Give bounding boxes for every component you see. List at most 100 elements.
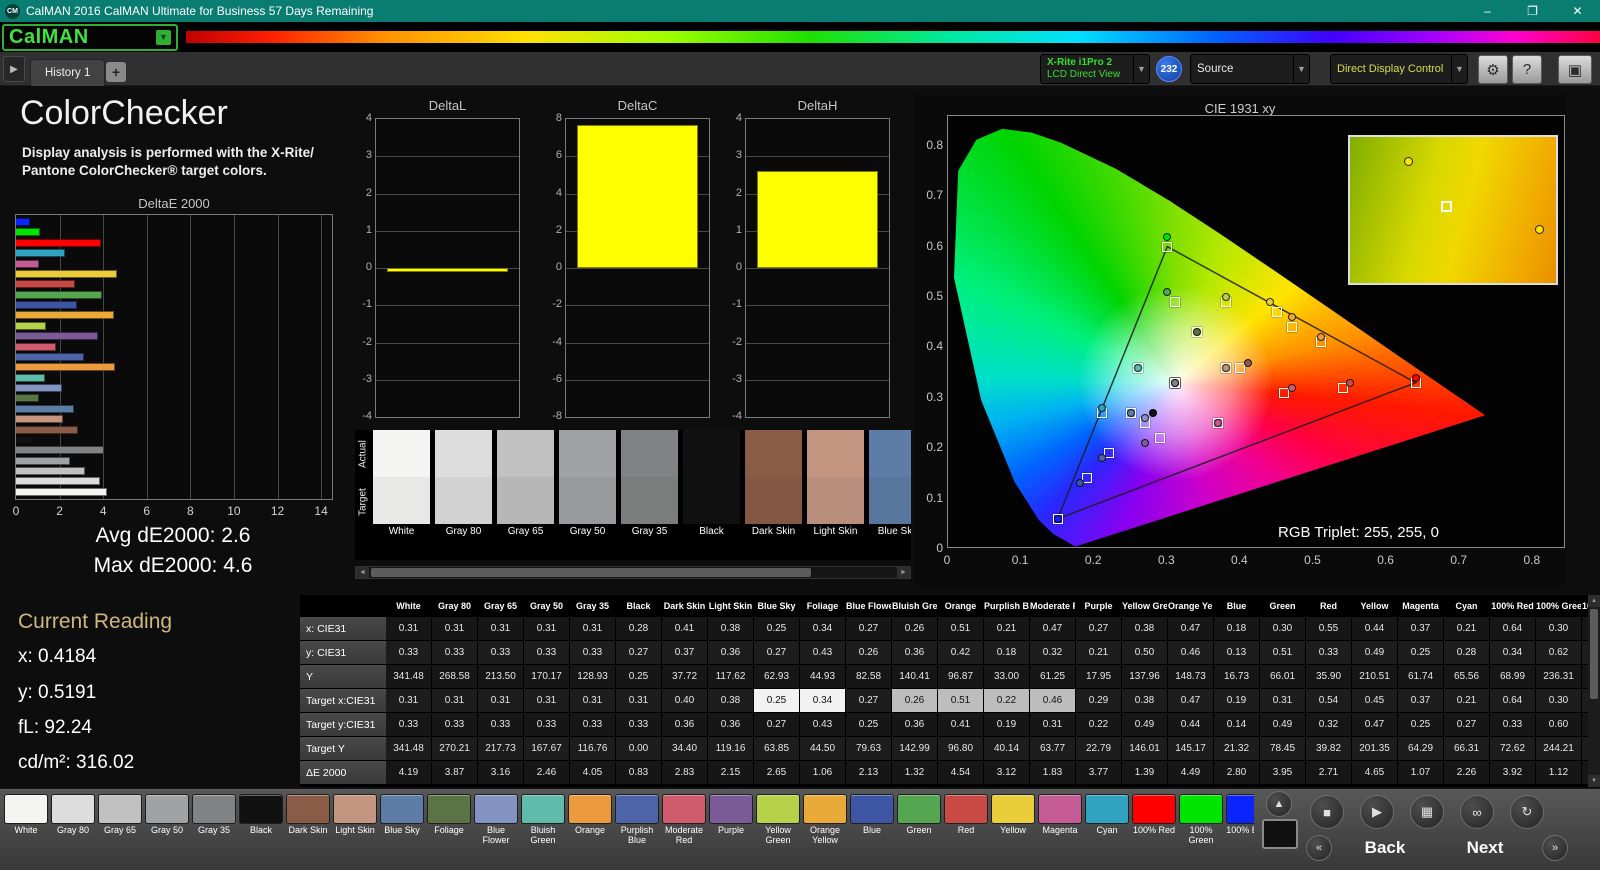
- table-cell: 0.38: [1122, 617, 1168, 641]
- patch-select-button[interactable]: Black: [238, 794, 284, 868]
- actual-color-swatch: [435, 430, 492, 477]
- table-cell: 0.37: [1398, 617, 1444, 641]
- pattern-button[interactable]: ▦: [1410, 795, 1444, 829]
- next-chevron-button[interactable]: »: [1542, 835, 1568, 861]
- x-axis-tick-label: 0.6: [1377, 553, 1394, 567]
- patch-select-button[interactable]: Purplish Blue: [614, 794, 660, 868]
- back-chevron-button[interactable]: «: [1306, 835, 1332, 861]
- patch-select-button[interactable]: Purple: [708, 794, 754, 868]
- patch-select-button[interactable]: Blue: [849, 794, 895, 868]
- deltal-chart-title: DeltaL: [428, 98, 467, 113]
- source-dropdown[interactable]: Source ▼: [1190, 54, 1310, 84]
- deltae-bar: [16, 301, 78, 309]
- refresh-button[interactable]: ↻: [1510, 795, 1544, 829]
- scroll-up-icon[interactable]: ▲: [1588, 595, 1600, 607]
- display-control-dropdown[interactable]: Direct Display Control ▼: [1330, 54, 1468, 84]
- patch-select-button[interactable]: Gray 80: [50, 794, 96, 868]
- scroll-down-icon[interactable]: ▼: [1588, 775, 1600, 787]
- meter-dropdown[interactable]: X-Rite i1Pro 2 LCD Direct View ▼: [1040, 54, 1150, 84]
- back-button[interactable]: Back: [1340, 835, 1430, 861]
- deltal-chart: 4 3 2 1 0 -1 -2 -3 -4: [362, 112, 520, 422]
- patch-select-button[interactable]: Yellow Green: [755, 794, 801, 868]
- table-cell: 0.22: [1076, 713, 1122, 737]
- patch-select-button[interactable]: Gray 65: [97, 794, 143, 868]
- patch-select-button[interactable]: Blue Sky: [379, 794, 425, 868]
- patch-select-button[interactable]: Gray 35: [191, 794, 237, 868]
- patch-select-button[interactable]: 100% Green: [1178, 794, 1224, 868]
- chevron-down-icon[interactable]: ▼: [156, 29, 171, 45]
- patch-name: Cyan: [1096, 825, 1118, 835]
- continuous-read-button[interactable]: ∞: [1460, 795, 1494, 829]
- patch-select-button[interactable]: Gray 50: [144, 794, 190, 868]
- scrollbar-thumb[interactable]: [1590, 609, 1598, 699]
- table-cell: 213.50: [478, 665, 524, 689]
- table-cell: 201.35: [1352, 737, 1398, 761]
- patch-color: [991, 794, 1035, 824]
- pattern-window-preview[interactable]: [1262, 819, 1298, 849]
- patch-color: [51, 794, 95, 824]
- strip-patches: White Gray 80 Gray 65 Gray 50 Gray 35 Black Da…: [371, 430, 911, 560]
- patch-select-button[interactable]: Yellow: [990, 794, 1036, 868]
- calman-logo-menu[interactable]: CalMAN ▼: [2, 23, 178, 51]
- patch-name: Red: [957, 825, 975, 835]
- table-cell: 148.73: [1168, 665, 1214, 689]
- patch-select-button[interactable]: 100% Blue: [1225, 794, 1255, 868]
- y-axis-tick-label: 4: [735, 112, 742, 124]
- scrollbar-thumb[interactable]: [371, 568, 811, 577]
- patch-select-button[interactable]: Cyan: [1084, 794, 1130, 868]
- patch-select-button[interactable]: Foliage: [426, 794, 472, 868]
- cie-measured-point: [1192, 328, 1201, 337]
- patch-select-button[interactable]: Orange: [567, 794, 613, 868]
- table-cell: 4.65: [1352, 761, 1398, 785]
- patch-select-button[interactable]: Orange Yellow: [802, 794, 848, 868]
- patch-select-button[interactable]: 100% Red: [1131, 794, 1177, 868]
- table-cell: 0.31: [386, 617, 432, 641]
- tab-history-1[interactable]: History 1: [30, 59, 106, 86]
- bottom-bar: White Gray 80 Gray 65 Gray 50 Gray 35 Black Da…: [0, 788, 1600, 870]
- patch-select-button[interactable]: Blue Flower: [473, 794, 519, 868]
- table-cell: 0.30: [1260, 617, 1306, 641]
- patch-select-button[interactable]: Magenta: [1037, 794, 1083, 868]
- patch-select-button[interactable]: Red: [943, 794, 989, 868]
- minimize-button[interactable]: –: [1465, 0, 1510, 22]
- scroll-right-icon[interactable]: ►: [897, 567, 910, 578]
- collapse-panel-button[interactable]: ▶: [3, 56, 25, 82]
- column-header: Blue: [1214, 595, 1260, 617]
- meter-status-badge[interactable]: 232: [1156, 56, 1182, 82]
- cie-target-point: [1271, 307, 1282, 318]
- help-button[interactable]: ?: [1512, 55, 1542, 84]
- table-cell: 0.33: [386, 641, 432, 665]
- table-cell: 3.16: [478, 761, 524, 785]
- column-header: Moderate Red: [1030, 595, 1076, 617]
- deltae-bar: [16, 311, 114, 320]
- cie-measured-point: [1535, 224, 1545, 234]
- table-cell: 65.56: [1444, 665, 1490, 689]
- strip-scrollbar[interactable]: ◄ ►: [355, 566, 911, 579]
- patch-select-button[interactable]: White: [3, 794, 49, 868]
- scroll-left-icon[interactable]: ◄: [356, 567, 369, 578]
- window-title: CalMAN 2016 CalMAN Ultimate for Business…: [26, 4, 374, 18]
- next-button[interactable]: Next: [1440, 835, 1530, 861]
- play-button[interactable]: ▶: [1360, 795, 1394, 829]
- patch-selector-row: White Gray 80 Gray 65 Gray 50 Gray 35 Black Da…: [3, 794, 1255, 868]
- gridline: [566, 305, 709, 307]
- settings-button[interactable]: ⚙: [1478, 55, 1508, 84]
- table-cell: 1.83: [1030, 761, 1076, 785]
- patch-select-button[interactable]: Green: [896, 794, 942, 868]
- patch-label: Blue Sky: [877, 526, 911, 537]
- cie-zoom-inset: [1348, 135, 1558, 285]
- eject-button[interactable]: ▲: [1266, 791, 1292, 817]
- stop-icon: ■: [1323, 804, 1331, 820]
- close-button[interactable]: ✕: [1555, 0, 1600, 22]
- display-button[interactable]: ▣: [1558, 55, 1592, 84]
- stop-button[interactable]: ■: [1310, 795, 1344, 829]
- patch-label: Gray 50: [569, 526, 606, 537]
- maximize-button[interactable]: ❐: [1510, 0, 1555, 22]
- patch-select-button[interactable]: Light Skin: [332, 794, 378, 868]
- patch-select-button[interactable]: Bluish Green: [520, 794, 566, 868]
- patch-select-button[interactable]: Moderate Red: [661, 794, 707, 868]
- add-tab-button[interactable]: +: [106, 62, 126, 82]
- patch-select-button[interactable]: Dark Skin: [285, 794, 331, 868]
- table-scrollbar[interactable]: ▲ ▼: [1588, 595, 1600, 787]
- patch-label: Light Skin: [813, 526, 858, 537]
